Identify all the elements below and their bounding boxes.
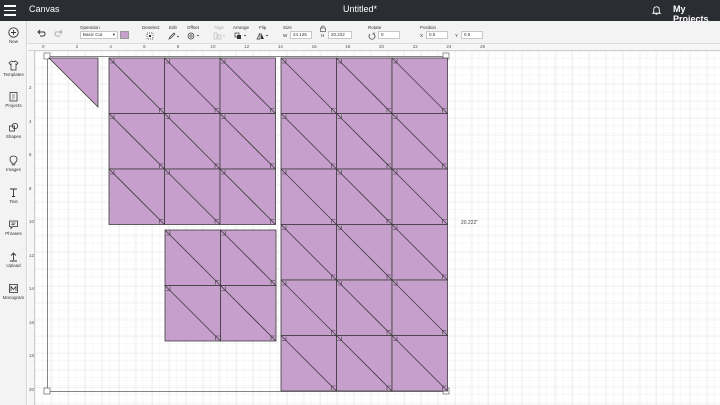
ruler-tick-label: 2 bbox=[75, 44, 79, 49]
left-ruler: 2 4 6 8 10 12 14 16 18 20 bbox=[28, 51, 35, 405]
triangle-piece[interactable] bbox=[48, 57, 99, 108]
ruler-tick-label: 0 bbox=[42, 44, 45, 49]
ruler-tick-label: 2 bbox=[29, 85, 32, 90]
ruler-tick-label: 24 bbox=[446, 44, 452, 49]
ruler-tick-label: 10 bbox=[29, 219, 35, 224]
top-ruler: 0 2 4 6 8 10 12 14 16 18 20 22 24 26 bbox=[28, 44, 720, 51]
ruler-tick-label: 12 bbox=[244, 44, 250, 49]
ruler-tick-label: 4 bbox=[109, 44, 112, 49]
ruler-tick-label: 26 bbox=[480, 44, 486, 49]
ruler-tick-label: 18 bbox=[29, 353, 35, 358]
quilt-pieces bbox=[48, 57, 448, 392]
ruler-tick-label: 8 bbox=[29, 185, 32, 191]
ruler-tick-label: 20 bbox=[29, 386, 35, 392]
ruler-tick-label: 12 bbox=[29, 252, 35, 258]
ruler-tick-label: 6 bbox=[143, 44, 146, 49]
height-dimension-label: 20.222" bbox=[461, 220, 479, 226]
ruler-tick-label: 14 bbox=[277, 44, 283, 49]
ruler-tick-label: 10 bbox=[210, 44, 216, 49]
ruler-tick-label: 14 bbox=[29, 286, 35, 291]
ruler-tick-label: 18 bbox=[345, 44, 351, 49]
ruler-tick-label: 8 bbox=[176, 44, 180, 49]
ruler-tick-label: 22 bbox=[412, 44, 418, 49]
ruler-tick-label: 16 bbox=[29, 319, 35, 325]
ruler-tick-label: 16 bbox=[311, 44, 317, 49]
ruler-tick-label: 20 bbox=[379, 44, 385, 49]
ruler-tick-label: 4 bbox=[29, 118, 32, 124]
ruler-tick-label: 6 bbox=[29, 152, 32, 157]
block-group[interactable] bbox=[108, 57, 448, 392]
